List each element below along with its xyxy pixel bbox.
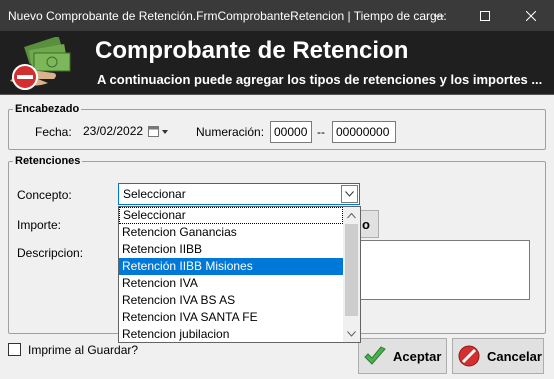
fecha-value: 23/02/2022 bbox=[83, 124, 144, 138]
minimize-button[interactable] bbox=[416, 0, 462, 31]
dropdown-option[interactable]: Seleccionar bbox=[119, 207, 343, 224]
dropdown-option[interactable]: Retencion IVA bbox=[119, 275, 343, 292]
cancelar-label: Cancelar bbox=[487, 348, 542, 364]
dropdown-option-highlighted[interactable]: Retención IIBB Misiones bbox=[119, 258, 343, 275]
scroll-down-icon[interactable] bbox=[343, 325, 360, 342]
chevron-down-icon[interactable] bbox=[341, 185, 358, 203]
dropdown-option[interactable]: Retencion IIBB bbox=[119, 241, 343, 258]
numeracion-prefix-input[interactable]: 00000 bbox=[270, 121, 312, 143]
aceptar-button[interactable]: Aceptar bbox=[358, 338, 447, 374]
dropdown-option[interactable]: Retencion Ganancias bbox=[119, 224, 343, 241]
money-retention-icon bbox=[10, 37, 71, 90]
descripcion-textarea[interactable] bbox=[340, 240, 530, 300]
importe-label: Importe: bbox=[17, 218, 62, 232]
concepto-dropdown-list[interactable]: Seleccionar Retencion Ganancias Retencio… bbox=[118, 206, 361, 343]
imprime-checkbox[interactable] bbox=[8, 343, 21, 356]
encabezado-legend: Encabezado bbox=[15, 103, 80, 115]
header-banner: Comprobante de Retencion A continuacion … bbox=[0, 31, 554, 95]
aceptar-label: Aceptar bbox=[393, 348, 442, 364]
concepto-selected-value: Seleccionar bbox=[123, 187, 186, 201]
calendar-dropdown-icon[interactable] bbox=[148, 125, 170, 138]
concepto-label: Concepto: bbox=[17, 188, 72, 202]
dropdown-scrollbar[interactable] bbox=[343, 207, 360, 342]
cancelar-button[interactable]: Cancelar bbox=[452, 338, 544, 374]
page-subtitle: A continuacion puede agregar los tipos d… bbox=[97, 72, 543, 87]
close-button[interactable] bbox=[508, 0, 554, 31]
retenciones-legend: Retenciones bbox=[15, 155, 81, 167]
descripcion-label: Descripcion: bbox=[17, 246, 84, 260]
numeracion-separator: -- bbox=[317, 125, 325, 139]
maximize-icon bbox=[480, 10, 490, 21]
numeracion-label: Numeración: bbox=[196, 125, 265, 139]
dropdown-option[interactable]: Retencion IVA SANTA FE bbox=[119, 309, 343, 326]
cancel-icon bbox=[458, 345, 480, 367]
add-retention-button-label: o bbox=[362, 216, 370, 232]
fecha-label: Fecha: bbox=[35, 125, 72, 139]
numeracion-number-input[interactable]: 00000000 bbox=[332, 121, 396, 143]
dropdown-option[interactable]: Retencion IVA BS AS bbox=[119, 292, 343, 309]
concepto-select[interactable]: Seleccionar bbox=[118, 183, 360, 205]
minimize-icon bbox=[434, 15, 444, 16]
window-title: Nuevo Comprobante de Retención.FrmCompro… bbox=[8, 9, 446, 23]
fecha-date-picker[interactable]: 23/02/2022 bbox=[81, 121, 175, 143]
imprime-label: Imprime al Guardar? bbox=[28, 343, 139, 357]
close-icon bbox=[526, 10, 536, 21]
page-title: Comprobante de Retencion bbox=[95, 37, 409, 64]
scrollbar-thumb[interactable] bbox=[345, 224, 358, 316]
window-titlebar: Nuevo Comprobante de Retención.FrmCompro… bbox=[0, 0, 554, 31]
dropdown-option[interactable]: Retencion jubilacion bbox=[119, 326, 343, 343]
checkmark-icon bbox=[364, 346, 386, 365]
maximize-button[interactable] bbox=[462, 0, 508, 31]
scroll-up-icon[interactable] bbox=[343, 207, 360, 224]
